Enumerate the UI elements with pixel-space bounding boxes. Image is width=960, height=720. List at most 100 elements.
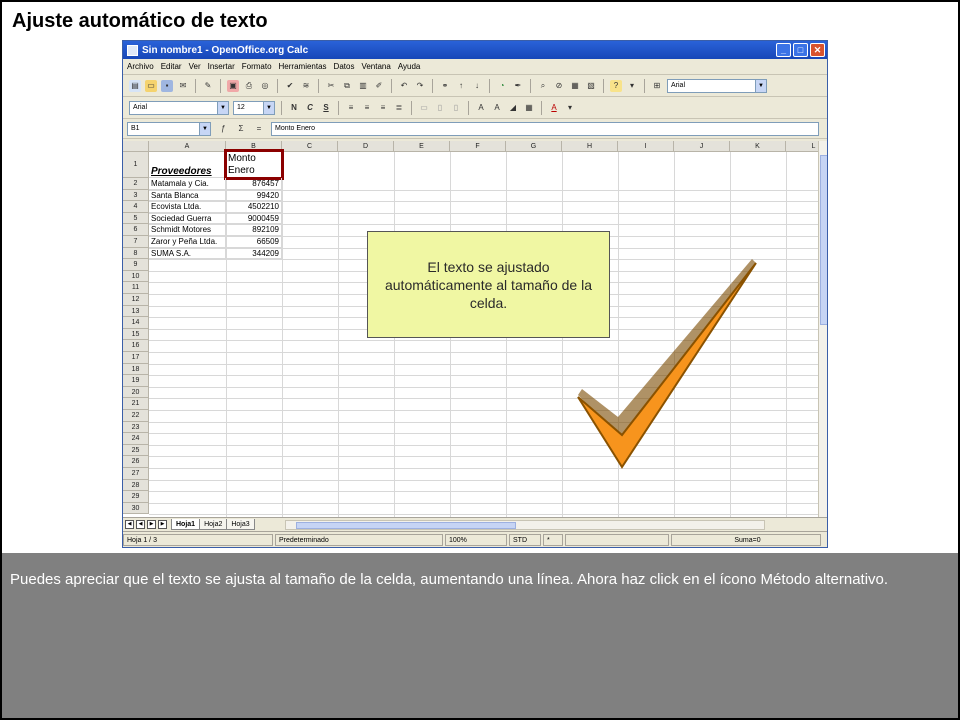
next-sheet-icon[interactable]: ▶ (147, 520, 156, 529)
background-color-icon[interactable]: ◢ (507, 102, 519, 114)
minimize-button[interactable]: _ (776, 43, 791, 57)
data-sources-icon[interactable]: ▧ (585, 80, 597, 92)
row-header[interactable]: 21 (123, 398, 149, 410)
decrease-font-icon[interactable]: A (491, 102, 503, 114)
draw-functions-icon[interactable]: ✒ (512, 80, 524, 92)
scroll-thumb[interactable] (295, 521, 516, 529)
email-icon[interactable]: ✉ (177, 80, 189, 92)
menu-ventana[interactable]: Ventana (361, 62, 390, 71)
increase-font-icon[interactable]: A (475, 102, 487, 114)
tab-hoja1[interactable]: Hoja1 (171, 519, 201, 530)
row-header[interactable]: 11 (123, 282, 149, 294)
styles-icon[interactable]: ⊞ (651, 80, 663, 92)
amount-cell[interactable]: 66509 (226, 236, 282, 248)
row-header[interactable]: 1 (123, 152, 149, 178)
maximize-button[interactable]: □ (793, 43, 808, 57)
column-header-k[interactable]: K (730, 141, 786, 152)
chevron-down-icon[interactable]: ▼ (217, 101, 228, 114)
column-header-h[interactable]: H (562, 141, 618, 152)
row-header[interactable]: 18 (123, 363, 149, 376)
print-icon[interactable]: ⎙ (243, 80, 255, 92)
borders-icon[interactable]: ▦ (523, 102, 535, 114)
menu-ayuda[interactable]: Ayuda (398, 62, 421, 71)
currency-icon[interactable]: ▯ (434, 102, 446, 114)
row-header[interactable]: 29 (123, 491, 149, 503)
cut-icon[interactable]: ✂ (325, 80, 337, 92)
spellcheck-icon[interactable]: ✔ (284, 80, 296, 92)
status-zoom[interactable]: 100% (445, 533, 507, 546)
row-header[interactable]: 12 (123, 294, 149, 306)
column-header-a[interactable]: A (149, 141, 226, 152)
horizontal-scrollbar[interactable] (284, 519, 765, 530)
font-size-combo[interactable]: 12 ▼ (233, 100, 275, 115)
function-icon[interactable]: = (253, 123, 265, 135)
amount-cell[interactable]: 9000459 (226, 212, 282, 225)
row-header[interactable]: 4 (123, 201, 149, 213)
tab-hoja3[interactable]: Hoja3 (226, 519, 255, 530)
help-icon[interactable]: ? (610, 79, 622, 92)
justify-icon[interactable]: ≣ (393, 102, 405, 114)
row-header[interactable]: 24 (123, 433, 149, 445)
row-header[interactable]: 28 (123, 479, 149, 492)
scroll-thumb[interactable] (820, 155, 827, 325)
menu-herramientas[interactable]: Herramientas (279, 62, 327, 71)
row-header[interactable]: 22 (123, 410, 149, 422)
underline-icon[interactable]: S (320, 102, 332, 114)
column-header-l[interactable]: L (786, 141, 818, 152)
row-header[interactable]: 27 (123, 468, 149, 480)
chevron-down-icon[interactable]: ▼ (199, 122, 210, 135)
find-replace-icon[interactable]: ⌕ (537, 80, 549, 92)
provider-cell[interactable]: SUMA S.A. (149, 247, 226, 260)
italic-icon[interactable]: C (304, 102, 316, 114)
menu-formato[interactable]: Formato (242, 62, 272, 71)
column-header-g[interactable]: G (506, 141, 562, 152)
page-preview-icon[interactable]: ◎ (259, 80, 271, 92)
new-document-icon[interactable]: ▤ (129, 79, 141, 92)
close-button[interactable]: ✕ (810, 43, 825, 57)
row-header[interactable]: 20 (123, 386, 149, 399)
menu-ver[interactable]: Ver (189, 62, 201, 71)
amount-cell[interactable]: 892109 (226, 224, 282, 236)
sort-ascending-icon[interactable]: ↑ (455, 80, 467, 92)
copy-icon[interactable]: ⧉ (341, 80, 353, 92)
menu-insertar[interactable]: Insertar (208, 62, 235, 71)
menu-editar[interactable]: Editar (161, 62, 182, 71)
menu-archivo[interactable]: Archivo (127, 62, 154, 71)
provider-cell[interactable]: Sociedad Guerra (149, 212, 226, 225)
status-mode[interactable]: STD (509, 533, 541, 546)
formula-input[interactable]: Monto Enero (271, 121, 819, 136)
sum-icon[interactable]: Σ (235, 123, 247, 135)
undo-icon[interactable]: ↶ (398, 80, 410, 92)
align-left-icon[interactable]: ≡ (345, 102, 357, 114)
provider-cell[interactable]: Matamala y Cia. (149, 178, 226, 190)
column-header-f[interactable]: F (450, 141, 506, 152)
edit-file-icon[interactable]: ✎ (202, 80, 214, 92)
gallery-icon[interactable]: ▦ (569, 80, 581, 92)
row-header[interactable]: 13 (123, 305, 149, 318)
row-header[interactable]: 14 (123, 317, 149, 329)
font-color-icon[interactable]: A (548, 102, 560, 114)
amount-cell[interactable]: 876457 (226, 178, 282, 190)
clone-format-icon[interactable]: ✐ (373, 80, 385, 92)
amount-cell[interactable]: 99420 (226, 189, 282, 202)
save-icon[interactable]: ▪ (161, 79, 173, 92)
prev-sheet-icon[interactable]: ◀ (136, 520, 145, 529)
last-sheet-icon[interactable]: ▶ (158, 520, 167, 529)
provider-cell[interactable]: Santa Blanca (149, 189, 226, 202)
chevron-down-icon[interactable]: ▼ (263, 101, 274, 114)
status-page-style[interactable]: Predeterminado (275, 533, 443, 546)
row-header[interactable]: 7 (123, 236, 149, 248)
font-name-combo-top[interactable]: Arial ▼ (667, 78, 767, 93)
row-header[interactable]: 5 (123, 212, 149, 225)
chevron-down-icon[interactable]: ▼ (755, 79, 766, 92)
select-all-corner[interactable] (123, 141, 149, 152)
tab-hoja2[interactable]: Hoja2 (199, 519, 228, 530)
autospellcheck-icon[interactable]: ≋ (300, 80, 312, 92)
provider-cell[interactable]: Zaror y Peña Ltda. (149, 236, 226, 248)
row-header[interactable]: 15 (123, 328, 149, 341)
row-header[interactable]: 9 (123, 259, 149, 271)
bold-icon[interactable]: N (288, 102, 300, 114)
provider-cell[interactable]: Schmidt Motores (149, 224, 226, 236)
title-bar[interactable]: Sin nombre1 - OpenOffice.org Calc _ □ ✕ (123, 41, 827, 59)
vertical-scrollbar[interactable] (818, 141, 827, 517)
